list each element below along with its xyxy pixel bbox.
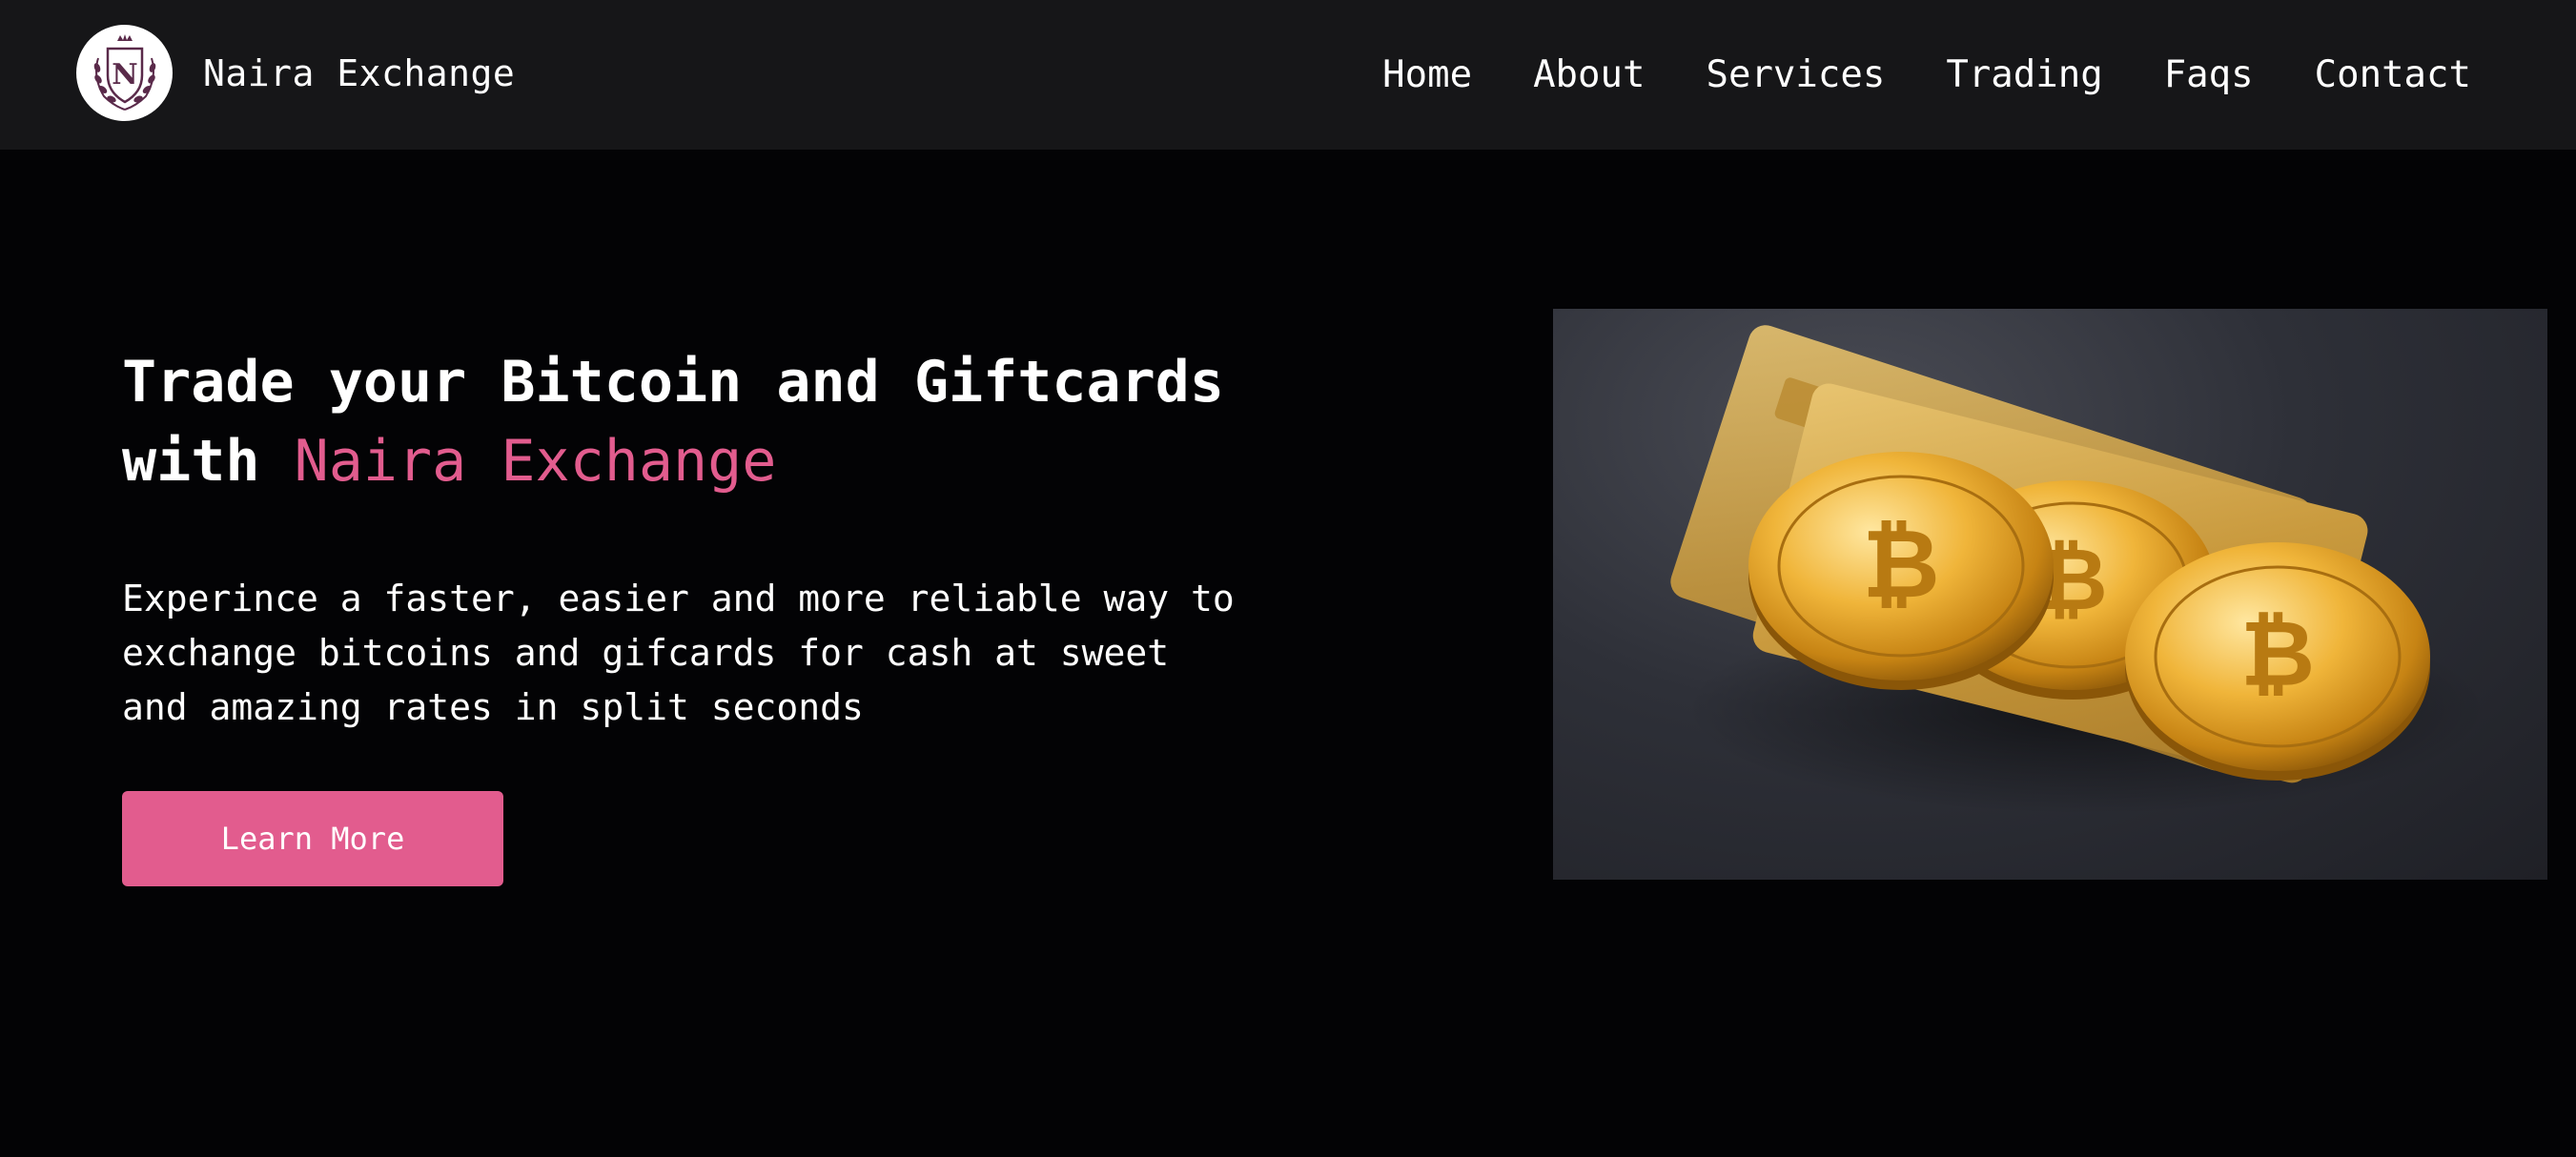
hero-title-prefix: with [122, 428, 295, 495]
bitcoin-coins-image: ₿ ₿ ₿ [1553, 309, 2547, 880]
brand-link[interactable]: N Naira Exchange [76, 25, 515, 121]
learn-more-button[interactable]: Learn More [122, 791, 503, 886]
nav-link-contact[interactable]: Contact [2315, 53, 2471, 96]
logo-letter: N [112, 58, 137, 91]
hero-title: Trade your Bitcoin and Giftcards with Na… [122, 343, 1266, 501]
hero-title-line1: Trade your Bitcoin and Giftcards [122, 349, 1224, 416]
nav-link-about[interactable]: About [1533, 53, 1645, 96]
nav-link-trading[interactable]: Trading [1946, 53, 2102, 96]
nav-link-faqs[interactable]: Faqs [2164, 53, 2254, 96]
hero-description: Experince a faster, easier and more reli… [122, 578, 1235, 728]
crest-logo-icon: N [76, 25, 173, 121]
svg-text:₿: ₿ [2240, 600, 2315, 707]
nav-link-services[interactable]: Services [1706, 53, 1885, 96]
nav-menu: Home About Services Trading Faqs Contact [1321, 0, 2471, 150]
navbar: N Naira Exchange Home About Services Tra… [0, 0, 2576, 150]
brand-name: Naira Exchange [203, 51, 516, 94]
nav-link-home[interactable]: Home [1382, 53, 1472, 96]
hero-title-accent: Naira Exchange [294, 428, 777, 495]
hero-section: Trade your Bitcoin and Giftcards with Na… [122, 343, 1266, 735]
svg-text:₿: ₿ [1862, 508, 1940, 619]
